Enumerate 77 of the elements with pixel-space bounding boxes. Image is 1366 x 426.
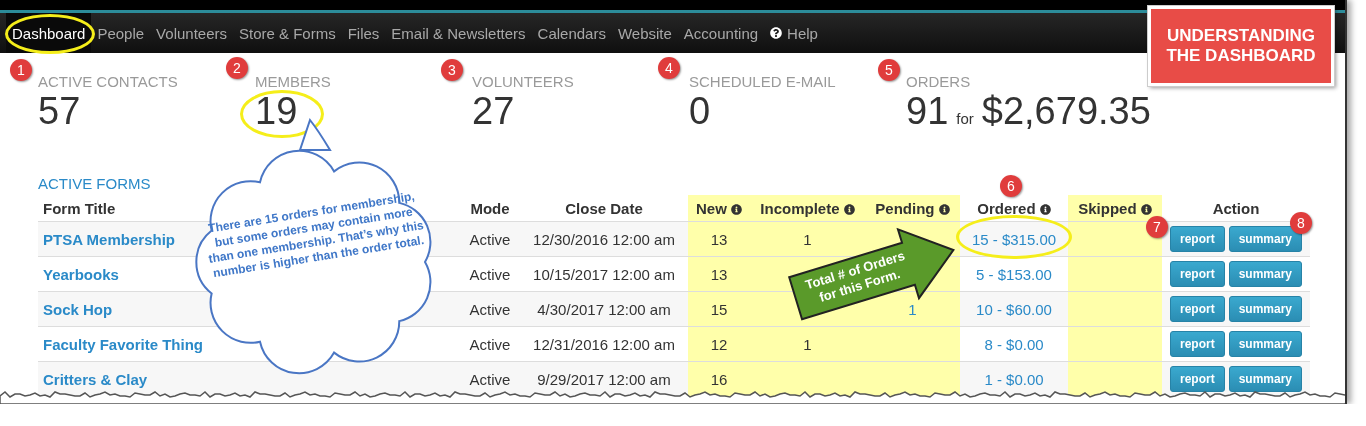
stat-amount: $2,679.35	[981, 91, 1151, 131]
info-icon	[731, 203, 742, 215]
info-icon	[843, 203, 855, 215]
nav-link[interactable]: Files	[341, 13, 386, 53]
nav-link[interactable]: Accounting	[677, 13, 765, 53]
report-button[interactable]: report	[1169, 226, 1225, 252]
table-cell: Active	[469, 230, 511, 248]
nav-link[interactable]: Website	[611, 13, 678, 53]
summary-button[interactable]: summary	[1228, 366, 1302, 392]
callout-text: There are 15 orders for membership, but some orders may contain more than one membership. That’s why this number is higher than the order total.	[206, 188, 426, 282]
report-button[interactable]: report	[1169, 331, 1225, 357]
column-header: Mode	[460, 195, 520, 222]
report-button[interactable]: report	[1169, 261, 1225, 287]
stat-label: MEMBERS	[255, 73, 331, 91]
form-link[interactable]: Faculty Favorite Thing	[43, 335, 204, 353]
info-icon	[1039, 203, 1051, 215]
stat-label: ORDERS	[906, 73, 971, 91]
table-cell: 10/15/2017 12:00 am	[533, 265, 675, 283]
count-link[interactable]: 5 - $153.00	[976, 265, 1052, 283]
nav-link[interactable]: Email & Newsletters	[385, 13, 532, 53]
stat-value: 27	[472, 91, 515, 131]
table-cell: 1	[803, 230, 812, 248]
nav-link[interactable]: Dashboard	[6, 13, 92, 53]
section-title: ACTIVE FORMS	[38, 175, 151, 193]
count-link[interactable]: 1	[908, 300, 917, 318]
table-cell: Active	[469, 370, 511, 388]
stat-value: 91	[906, 91, 949, 131]
summary-button[interactable]: summary	[1228, 261, 1302, 287]
nav-link[interactable]: Store & Forms	[233, 13, 342, 53]
table-cell: 12/30/2016 12:00 am	[533, 230, 675, 248]
table-cell: Active	[469, 300, 511, 318]
nav-link[interactable]: Help	[764, 13, 824, 53]
form-link[interactable]: Yearbooks	[43, 265, 119, 283]
nav-link[interactable]: Calendars	[531, 13, 612, 53]
form-link[interactable]: Sock Hop	[43, 300, 113, 318]
column-header: New	[688, 195, 750, 222]
step-marker: 5	[878, 59, 900, 81]
column-header: Pending	[865, 195, 960, 222]
stat-value: 19	[255, 91, 298, 131]
info-icon	[938, 203, 950, 215]
form-link[interactable]: PTSA Membership	[43, 230, 175, 248]
title-banner: UNDERSTANDING THE DASHBOARD	[1148, 6, 1334, 86]
table-cell: 12	[710, 335, 728, 353]
step-marker: 1	[10, 59, 32, 81]
column-header: Skipped	[1068, 195, 1162, 222]
nav-link[interactable]: People	[91, 13, 151, 53]
step-marker: 6	[1000, 175, 1022, 197]
summary-button[interactable]: summary	[1228, 296, 1302, 322]
step-marker: 2	[226, 57, 248, 79]
info-icon	[1140, 203, 1152, 215]
step-marker: 4	[658, 57, 680, 79]
help-icon	[770, 27, 783, 39]
table-cell: Active	[469, 265, 511, 283]
nav-link[interactable]: Volunteers	[150, 13, 233, 53]
form-link[interactable]: Critters & Clay	[43, 370, 148, 388]
stat-label: SCHEDULED E-MAIL	[689, 73, 836, 91]
table-cell: 16	[710, 370, 728, 388]
stat-value: 0	[689, 91, 711, 131]
step-marker: 3	[441, 59, 463, 81]
table-cell: 12/31/2016 12:00 am	[533, 335, 675, 353]
table-cell: 1	[803, 335, 812, 353]
summary-button[interactable]: summary	[1228, 331, 1302, 357]
stat-label: ACTIVE CONTACTS	[38, 73, 178, 91]
report-button[interactable]: report	[1169, 366, 1225, 392]
arrow-text: Total # of Orders for this Form.	[802, 247, 908, 307]
table-cell: Active	[469, 335, 511, 353]
table-cell: 15	[710, 300, 728, 318]
table-cell: 9/29/2017 12:00 am	[537, 370, 671, 388]
count-link[interactable]: 8 - $0.00	[984, 335, 1044, 353]
stat-label: VOLUNTEERS	[472, 73, 574, 91]
column-header: Incomplete	[750, 195, 865, 222]
table-cell: 4/30/2017 12:00 am	[537, 300, 671, 318]
table-cell: 13	[710, 230, 728, 248]
stat-value: 57	[38, 91, 81, 131]
stat-joiner: for	[956, 110, 974, 127]
report-button[interactable]: report	[1169, 296, 1225, 322]
table-cell: 13	[710, 265, 728, 283]
